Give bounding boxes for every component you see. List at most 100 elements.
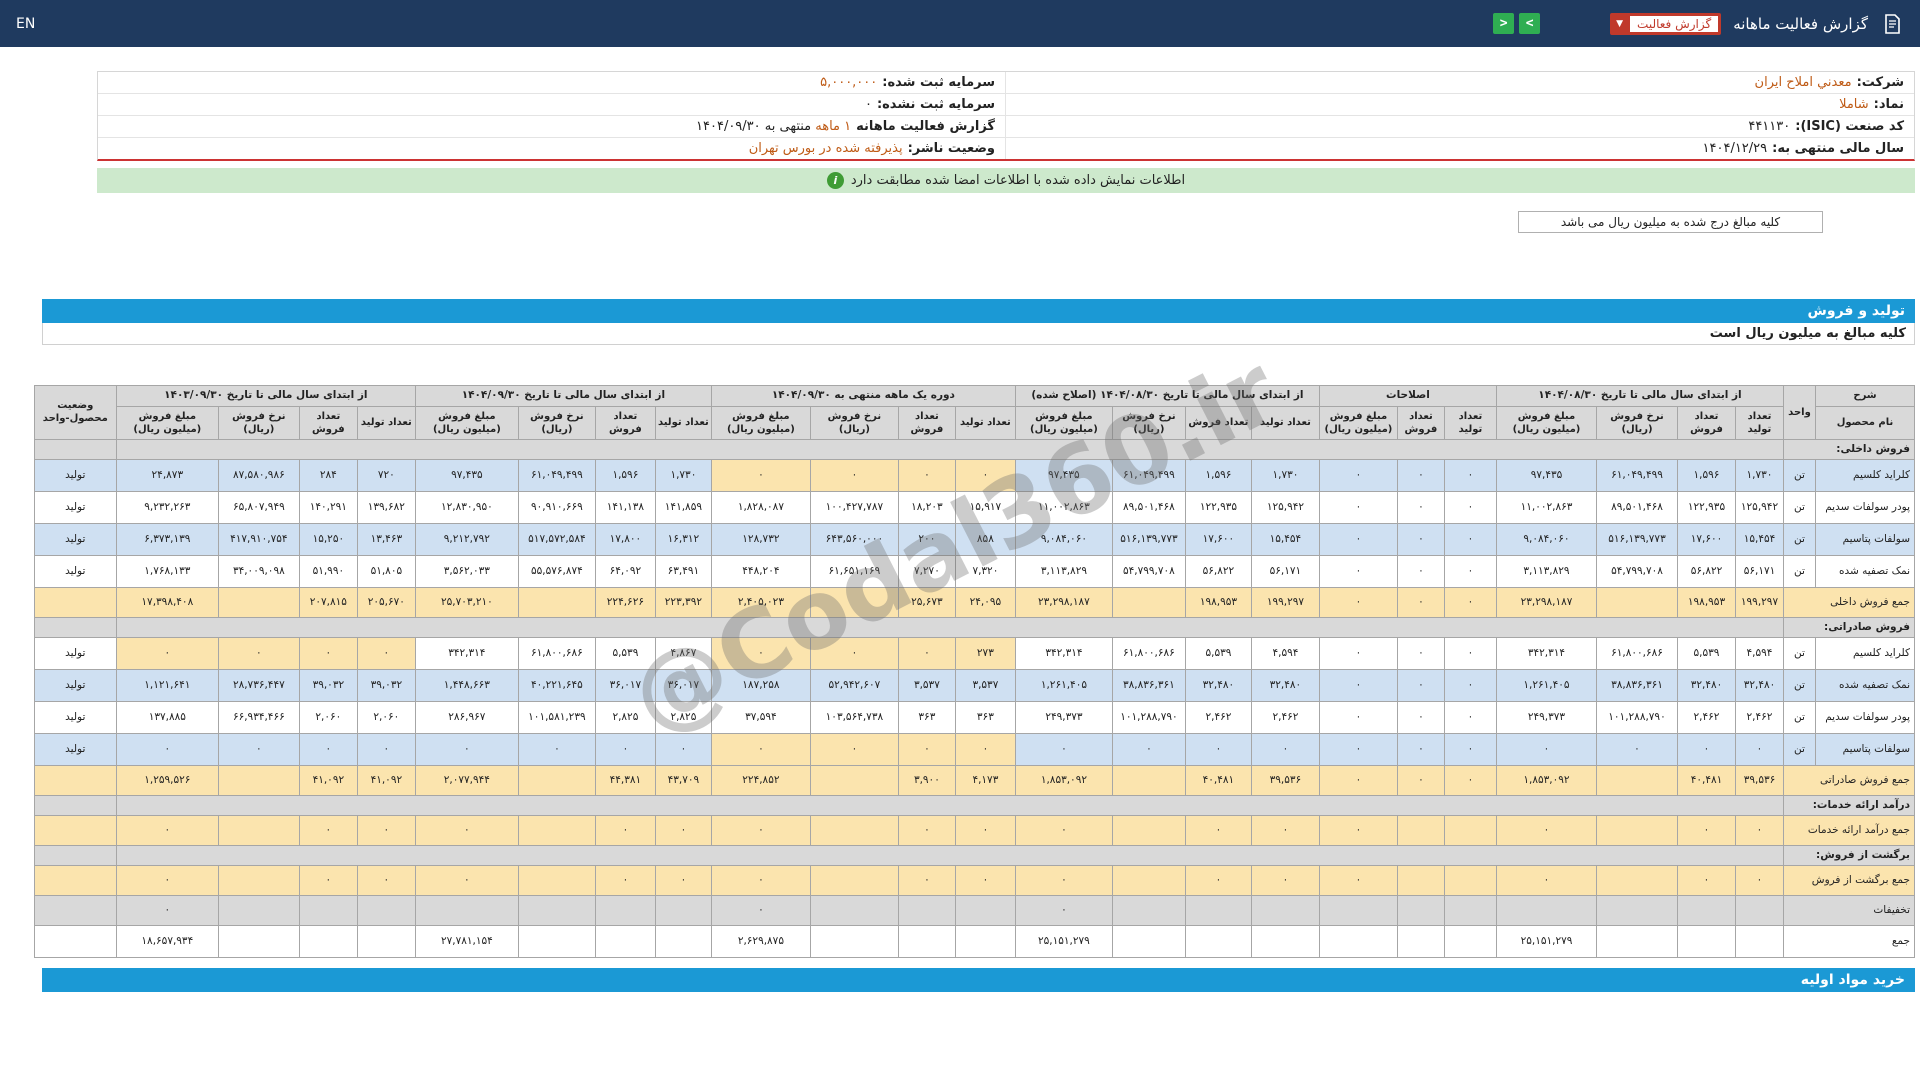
table-cell <box>33 844 117 866</box>
table-cell: ۳۴,۰۰۹,۰۹۸ <box>217 554 300 588</box>
table-cell: ۱۵,۴۵۴ <box>1250 522 1320 556</box>
table-cell: ۰ <box>1396 490 1445 524</box>
header-cell: مبلغ فروش (میلیون ریال) <box>710 405 811 440</box>
report-type-dropdown[interactable]: گزارش فعالیت ▼ <box>1610 12 1722 35</box>
table-cell <box>298 924 358 958</box>
table-row: جمع فروش صادراتی ۳۹,۵۳۶ ۴۰,۴۸۱ ۱,۸۵۳,۰۹۲ ۰ ۰ ۰… <box>33 764 1915 796</box>
table-cell: ۰ <box>897 864 956 896</box>
report-type-dropdown-label: گزارش فعالیت <box>1630 15 1719 32</box>
table-cell <box>217 814 300 846</box>
table-cell: ۰ <box>1184 814 1252 846</box>
table-cell: ۹۰,۹۱۰,۶۶۹ <box>517 490 596 524</box>
table-cell: ۰ <box>809 636 899 670</box>
report-icon <box>1880 12 1904 36</box>
table-cell <box>1396 864 1445 896</box>
table-cell: ۱۸,۶۵۷,۹۳۴ <box>115 924 219 958</box>
table-cell: پودر سولفات سدیم <box>1815 700 1915 734</box>
table-cell <box>1184 894 1252 926</box>
table-cell: کلراید کلسیم <box>1815 636 1915 670</box>
table-cell <box>33 586 117 618</box>
table-cell: ۲,۸۲۵ <box>594 700 656 734</box>
table-cell: ۰ <box>1677 732 1736 766</box>
header-cell: نرخ فروش (ریال) <box>809 405 899 440</box>
company-info-table: شرکت:معدني املاح ایران سرمایه ثبت شده:۵,۰… <box>97 71 1915 161</box>
table-cell: ۱,۲۶۱,۴۰۵ <box>1495 668 1598 702</box>
header-cell: تعداد فروش <box>1184 405 1252 440</box>
header-cell: تعداد فروش <box>1677 405 1736 440</box>
table-cell: جمع <box>1783 924 1915 958</box>
table-cell: جمع فروش داخلی <box>1783 586 1915 618</box>
next-report-button[interactable]: > <box>1519 13 1541 34</box>
table-cell: ۳۶۳ <box>954 700 1016 734</box>
table-cell: تولید <box>33 732 117 766</box>
header-cell: تعداد فروش <box>594 405 656 440</box>
table-cell: ۰ <box>1596 732 1678 766</box>
table-cell <box>1735 924 1784 958</box>
table-cell: ۲۲۳,۳۹۲ <box>654 586 712 618</box>
table-cell: ۳۹,۰۳۲ <box>356 668 416 702</box>
table-cell: ۰ <box>356 814 416 846</box>
table-cell: ۰ <box>710 814 811 846</box>
table-cell: ۲۷,۷۸۱,۱۵۴ <box>414 924 519 958</box>
table-cell: ۰ <box>1396 700 1445 734</box>
table-cell <box>33 894 117 926</box>
table-cell: ۴۰,۴۸۱ <box>1677 764 1736 796</box>
table-cell: فروش داخلی: <box>1783 438 1915 460</box>
language-toggle-en[interactable]: EN <box>16 16 35 32</box>
table-cell: ۰ <box>1443 700 1497 734</box>
table-cell: ۵,۵۳۹ <box>1184 636 1252 670</box>
previous-report-button[interactable]: < <box>1493 13 1515 34</box>
table-cell <box>809 764 899 796</box>
table-cell: ۲,۴۶۲ <box>1677 700 1736 734</box>
table-cell: ۶۶,۹۳۴,۴۶۶ <box>217 700 300 734</box>
table-cell: ۰ <box>897 458 956 492</box>
table-cell: ۲,۸۲۵ <box>654 700 712 734</box>
table-cell: ۳۹,۵۳۶ <box>1735 764 1784 796</box>
table-cell: ۲۰۵,۶۷۰ <box>356 586 416 618</box>
table-cell: ۶۱,۸۰۰,۶۸۶ <box>517 636 596 670</box>
table-cell: ۰ <box>1735 814 1784 846</box>
table-cell: ۳۷,۵۹۴ <box>710 700 811 734</box>
table-cell: ۴۱,۰۹۲ <box>298 764 358 796</box>
table-cell: ۷۲۰ <box>356 458 416 492</box>
table-cell: ۲۷۳ <box>954 636 1016 670</box>
table-cell <box>33 864 117 896</box>
table-cell: سولفات پتاسیم <box>1815 522 1915 556</box>
table-cell: تولید <box>33 554 117 588</box>
table-cell <box>1111 924 1186 958</box>
table-cell: ۵,۵۳۹ <box>594 636 656 670</box>
header-cell: مبلغ فروش (میلیون ریال) <box>1014 405 1113 440</box>
table-cell: ۵۴,۷۹۹,۷۰۸ <box>1596 554 1678 588</box>
header-cell: تعداد تولید <box>1735 405 1784 440</box>
table-cell: ۸۹,۵۰۱,۴۶۸ <box>1596 490 1678 524</box>
table-cell <box>217 764 300 796</box>
table-cell <box>517 814 596 846</box>
table-cell: ۲۸۶,۹۶۷ <box>414 700 519 734</box>
table-row: نمک تصفیه شده تن ۵۶,۱۷۱ ۵۶,۸۲۲ ۵۴,۷۹۹,۷۰۸ ۳,۱… <box>33 554 1915 588</box>
table-cell: ۰ <box>897 732 956 766</box>
table-cell: ۶۵,۸۰۷,۹۴۹ <box>217 490 300 524</box>
table-cell: ۵۶,۸۲۲ <box>1184 554 1252 588</box>
table-cell: ۰ <box>1318 554 1398 588</box>
table-cell: ۰ <box>1318 458 1398 492</box>
table-cell: ۳۲,۴۸۰ <box>1250 668 1320 702</box>
header-cell: تعداد تولید <box>1443 405 1497 440</box>
table-cell: ۳۴۲,۳۱۴ <box>414 636 519 670</box>
table-cell: ۰ <box>1318 636 1398 670</box>
table-cell <box>356 894 416 926</box>
table-cell: ۰ <box>954 864 1016 896</box>
chevron-down-icon: ▼ <box>1616 18 1624 29</box>
table-cell: ۲,۴۶۲ <box>1250 700 1320 734</box>
table-cell: ۵۲,۹۴۲,۶۰۷ <box>809 668 899 702</box>
table-cell: ۴,۵۹۴ <box>1735 636 1784 670</box>
table-cell: ۳۴۲,۳۱۴ <box>1014 636 1113 670</box>
table-cell: ۰ <box>1495 732 1598 766</box>
table-cell <box>115 438 1785 460</box>
table-cell: ۱,۸۵۳,۰۹۲ <box>1495 764 1598 796</box>
table-cell: ۲۴۹,۳۷۳ <box>1495 700 1598 734</box>
page-title: گزارش فعالیت ماهانه <box>1733 14 1868 33</box>
section-row: فروش صادراتی: <box>33 616 1915 638</box>
table-cell: ۰ <box>1443 668 1497 702</box>
table-cell: ۲۳,۲۹۸,۱۸۷ <box>1014 586 1113 618</box>
table-cell: ۲,۶۲۹,۸۷۵ <box>710 924 811 958</box>
